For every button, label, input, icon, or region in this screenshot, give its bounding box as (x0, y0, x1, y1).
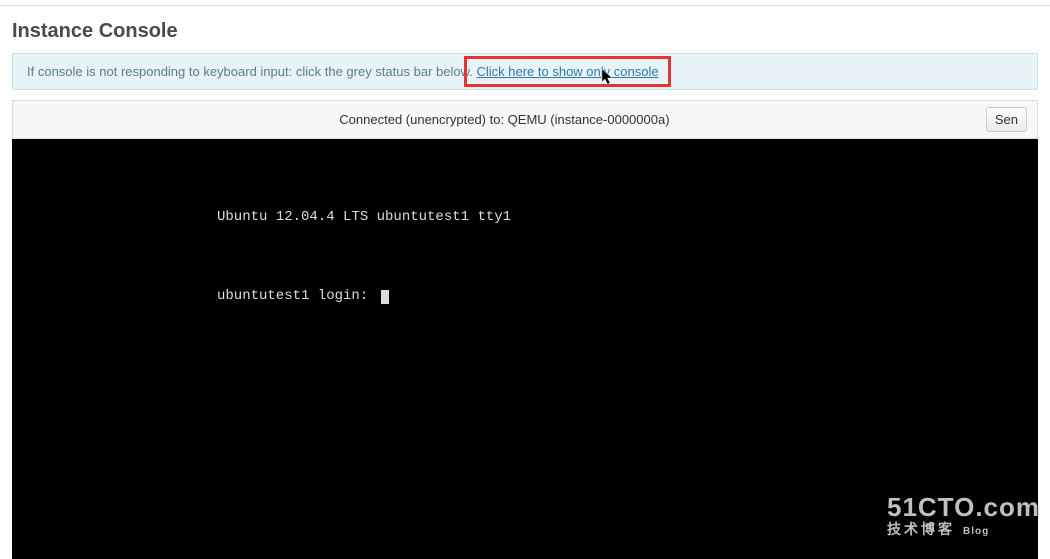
connection-status-text: Connected (unencrypted) to: QEMU (instan… (23, 112, 986, 127)
terminal-line: Ubuntu 12.04.4 LTS ubuntutest1 tty1 (217, 206, 1038, 228)
vnc-terminal[interactable]: Ubuntu 12.04.4 LTS ubuntutest1 tty1 ubun… (12, 139, 1038, 559)
console-status-bar[interactable]: Connected (unencrypted) to: QEMU (instan… (12, 100, 1038, 139)
content-area: Instance Console If console is not respo… (0, 20, 1050, 559)
tab-bar (0, 0, 1050, 6)
show-only-console-link[interactable]: Click here to show only console (476, 64, 658, 79)
info-banner: If console is not responding to keyboard… (12, 53, 1038, 90)
terminal-login-prompt: ubuntutest1 login: (217, 285, 1038, 307)
send-ctrl-alt-del-button[interactable]: Sen (986, 107, 1027, 132)
banner-text: If console is not responding to keyboard… (27, 64, 476, 79)
terminal-cursor (381, 290, 389, 304)
page-title: Instance Console (12, 20, 1038, 43)
